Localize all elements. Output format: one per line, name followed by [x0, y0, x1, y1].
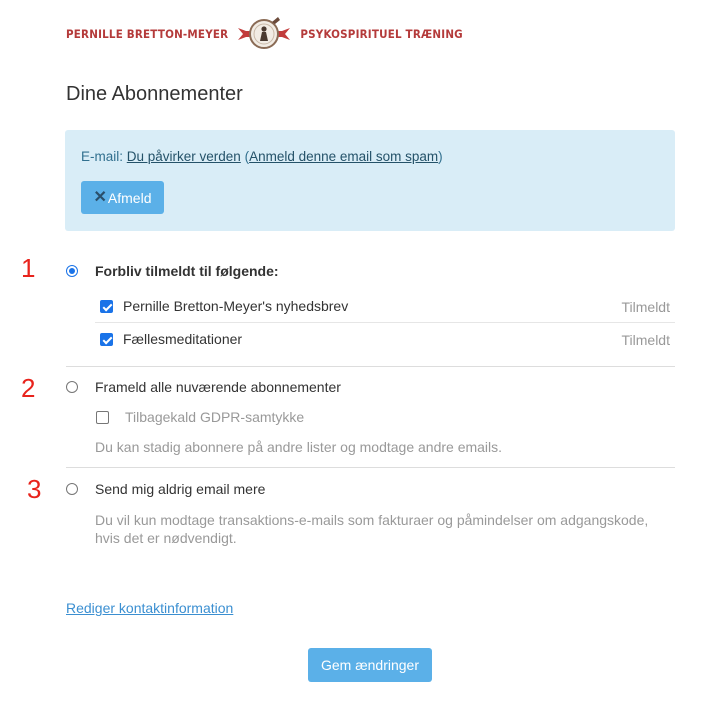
email-notice-box: E-mail: Du påvirker verden (Anmeld denne…	[65, 130, 675, 231]
brand-emblem-icon	[238, 17, 291, 49]
step-number-3: 3	[27, 474, 42, 504]
list-status-newsletter: Tilmeldt	[621, 299, 671, 315]
edit-contact-link[interactable]: Rediger kontaktinformation	[66, 600, 233, 616]
email-prefix: E-mail:	[81, 149, 127, 164]
stay-subscribed-label: Forbliv tilmeldt til følgende:	[95, 263, 279, 279]
never-email-note-line2: hvis det er nødvendigt.	[95, 530, 237, 546]
step-number-2: 2	[21, 373, 36, 403]
list-name-newsletter: Pernille Bretton-Meyer's nyhedsbrev	[123, 298, 349, 314]
list-status-meditations: Tilmeldt	[621, 332, 671, 348]
brand-name-right: Psykospirituel Træning	[300, 27, 463, 41]
open-paren: (	[240, 149, 250, 164]
close-paren: )	[438, 149, 443, 164]
list-name-meditations: Fællesmeditationer	[123, 331, 243, 347]
unsubscribe-all-note: Du kan stadig abonnere på andre lister o…	[95, 439, 503, 455]
close-icon: ✕	[93, 188, 107, 206]
checkbox-newsletter[interactable]	[100, 300, 113, 313]
gdpr-label: Tilbagekald GDPR-samtykke	[125, 409, 305, 425]
email-link[interactable]: Du påvirker verden	[127, 149, 241, 164]
page-title: Dine Abonnementer	[66, 83, 243, 105]
checkbox-gdpr[interactable]	[96, 411, 109, 424]
never-email-note-line1: Du vil kun modtage transaktions-e-mails …	[95, 512, 649, 528]
radio-unsubscribe-all[interactable]	[66, 381, 78, 393]
radio-stay-subscribed[interactable]	[66, 265, 78, 277]
step-number-1: 1	[21, 253, 36, 283]
report-spam-link[interactable]: Anmeld denne email som spam	[249, 149, 438, 164]
never-email-label: Send mig aldrig email mere	[95, 481, 266, 497]
list-divider	[95, 322, 675, 323]
radio-never-email[interactable]	[66, 483, 78, 495]
unsubscribe-button[interactable]: ✕ Afmeld	[81, 181, 164, 214]
brand-name-left: Pernille Bretton-Meyer	[66, 27, 229, 41]
section-divider-1	[66, 366, 675, 367]
unsubscribe-button-label: Afmeld	[107, 189, 152, 206]
email-notice-line: E-mail: Du påvirker verden (Anmeld denne…	[81, 149, 443, 164]
unsubscribe-all-label: Frameld alle nuværende abonnementer	[95, 379, 341, 395]
checkbox-meditations[interactable]	[100, 333, 113, 346]
brand-logo: Pernille Bretton-Meyer Psykospirituel Tr…	[66, 14, 463, 54]
section-divider-2	[66, 467, 675, 468]
save-changes-button[interactable]: Gem ændringer	[308, 648, 432, 682]
